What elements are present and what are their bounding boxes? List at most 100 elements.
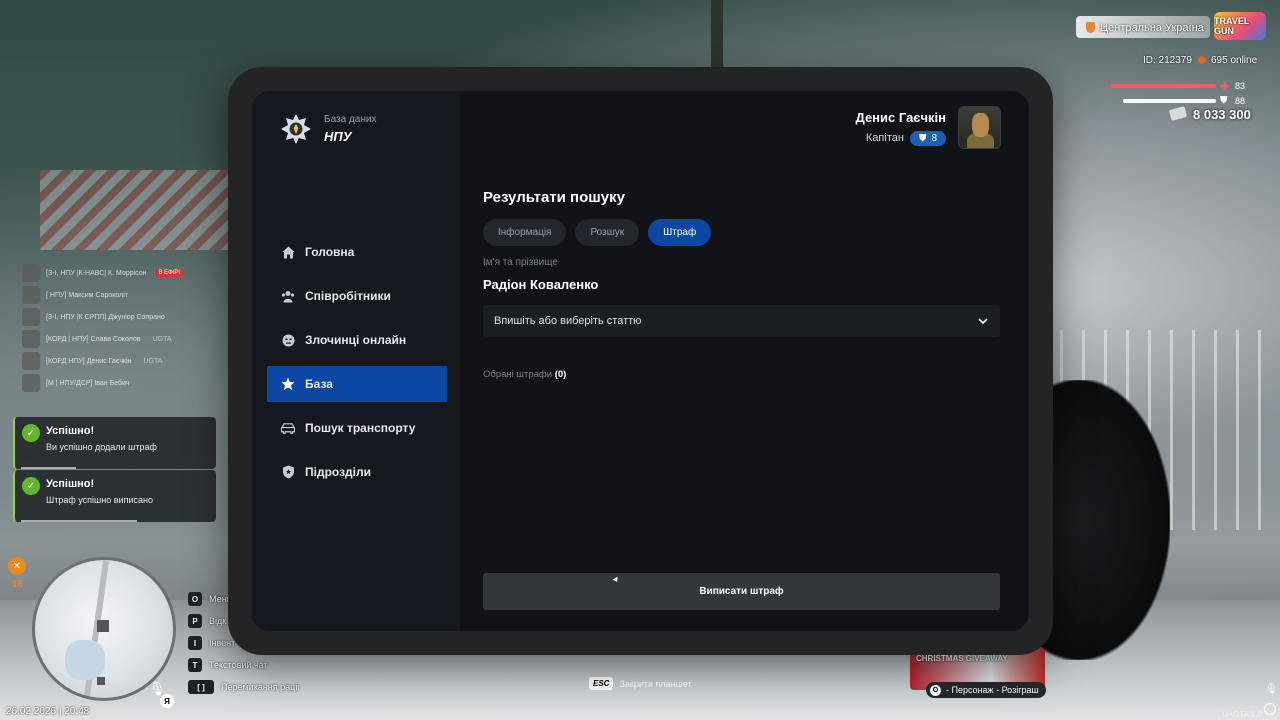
key-cap: [ ] [188,680,214,694]
scene-pole [711,0,723,70]
toast-progress [21,467,76,469]
chevron-down-icon [978,316,988,326]
selected-fines-count: (0) [554,369,567,380]
voice-list: [З-І, НПУ |К-НАВС| К. Моррісон В ЕФІРІ [ … [22,262,222,394]
tabs: Інформація Розшук Штраф [483,219,1001,246]
scene-gate [40,170,230,250]
esc-label: Закрити планшет [619,678,692,689]
sidebar-item-units[interactable]: Підрозділи [267,454,447,490]
user-rank-row: Капітан ⛊ 8 [856,130,946,146]
voice-row: [КОРД НПУ] Денис Гаєчкін UGTA [22,350,222,372]
avatar [22,264,40,282]
article-select[interactable]: Впишіть або виберіть статтю [483,305,1000,337]
selected-fines: Обрані штрафи (0) [483,369,1001,380]
health-icon: ✚ [1220,81,1230,93]
armor-value: 88 [1235,96,1246,106]
giveaway-hint-label: - Персонаж - Розіграш [946,685,1039,695]
sidebar-item-label: База [305,377,333,391]
tablet-screen: База даних НПУ Головна Співробітники Зло… [252,91,1029,631]
voice-row: [М | НПУ/ДСР] Іван Бебич [22,372,222,394]
close-tablet-hint: ESC Закрити планшет [589,677,692,690]
live-badge: В ЕФІРІ [155,269,184,277]
key-cap: P [188,614,202,628]
avatar [22,352,40,370]
hunger-icon: ✕ [8,557,26,575]
sidebar-item-label: Пошук транспорту [305,421,416,435]
version-label: UAGTA 1.0 [1222,710,1262,719]
brand-title: НПУ [324,129,352,144]
map-lake [65,640,105,680]
voice-row: [КОРД | НПУ] Слава Соколов UGTA [22,328,222,350]
page-title: Результати пошуку [483,189,625,206]
police-badge-icon [280,113,312,145]
rank-badge: ⛊ 8 [909,130,946,146]
user-name: Денис Гаєчкін [855,109,946,125]
map-player-icon [97,620,109,632]
key-label: Текстовий чат [209,660,268,670]
toast-message: Штраф успішно виписано [46,495,153,505]
minimap [32,557,176,701]
tab-fine[interactable]: Штраф [648,219,712,246]
online-count: 695 online [1211,55,1258,66]
toast-progress [21,520,137,522]
brand: База даних НПУ [280,113,376,145]
name-label: Ім'я та прізвище [483,257,558,268]
key-cap: T [188,658,202,672]
region-name: Центральна Україна [1100,22,1204,34]
success-toast: ✓ Успішно! Ви успішно додали штраф [13,417,216,469]
key-cap: O [188,592,202,606]
region-shield-icon [1086,22,1095,33]
car-icon [281,421,295,435]
avatar [958,106,1001,149]
rank-shield-icon: ⛊ [918,132,927,144]
star-icon [281,377,295,391]
sidebar-item-label: Злочинці онлайн [305,333,407,347]
sidebar-nav: Головна Співробітники Злочинці онлайн Ба… [267,234,447,498]
tab-info[interactable]: Інформація [483,219,567,246]
key-cap: I [188,636,202,650]
sidebar-item-employees[interactable]: Співробітники [267,278,447,314]
article-select-placeholder: Впишіть або виберіть статтю [494,315,642,327]
key-label: Інвент [209,638,236,648]
user-info: Денис Гаєчкін Капітан ⛊ 8 [856,110,946,146]
users-icon [281,289,295,303]
sidebar: База даних НПУ Головна Співробітники Зло… [252,91,460,631]
sidebar-item-criminals-online[interactable]: Злочинці онлайн [267,322,447,358]
giveaway-hint: O - Персонаж - Розіграш [926,682,1046,698]
camera-icon [1264,703,1276,715]
voice-name: [КОРД НПУ] Денис Гаєчкін [46,357,132,365]
sidebar-item-home[interactable]: Головна [267,234,447,270]
issue-fine-button[interactable]: Виписати штраф [483,573,1000,610]
armor-shield-icon: ⛊ [1220,95,1228,106]
scene-car [1040,380,1170,660]
sidebar-item-label: Головна [305,245,355,259]
key-label: Перемикання раціі [221,682,300,692]
shield-icon [281,465,295,479]
toast-title: Успішно! [46,478,95,490]
home-icon [281,245,295,259]
money-value: 8 033 300 [1193,107,1251,122]
avatar [22,374,40,392]
toast-message: Ви успішно додали штраф [46,442,157,452]
language-indicator: Я [160,694,174,708]
main-content: Результати пошуку Інформація Розшук Штра… [483,189,1001,380]
hunger-value: 16 [12,579,24,590]
voice-name: [М | НПУ/ДСР] Іван Бебич [46,379,130,387]
key-hint: [ ] Перемикання раціі [188,676,299,698]
game-logo: TRAVEL GUN [1214,12,1266,40]
tab-wanted[interactable]: Розшук [575,219,640,246]
microphone-icon: 🎙 [1265,684,1278,695]
date-time: 26.02.2026 | 20:48 [6,706,90,717]
map-marker-icon [97,677,105,685]
person-name: Радіон Коваленко [483,277,599,292]
check-icon: ✓ [22,477,40,495]
voice-row: [З-І, НПУ |К-НАВС| К. Моррісон В ЕФІРІ [22,262,222,284]
user-rank: Капітан [865,132,904,144]
player-id: ID: 212379 [1143,55,1192,66]
user-profile: Денис Гаєчкін Капітан ⛊ 8 [856,106,1001,149]
voice-tag: UGTA [143,357,163,365]
sidebar-item-vehicle-search[interactable]: Пошук транспорту [267,410,447,446]
online-icon [1198,56,1206,64]
armor-bar [1123,99,1216,103]
sidebar-item-database[interactable]: База [267,366,447,402]
